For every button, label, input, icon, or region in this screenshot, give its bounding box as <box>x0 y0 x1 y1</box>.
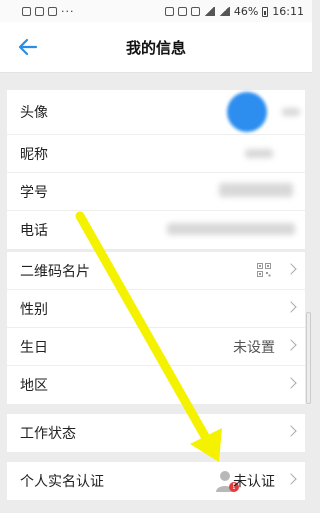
nickname-value <box>245 149 273 158</box>
phone-label: 电话 <box>20 223 48 239</box>
avatar[interactable] <box>227 92 267 132</box>
verify-status: 未认证 <box>233 474 275 490</box>
battery-percent: 46% <box>233 5 259 18</box>
real-name-verify-row[interactable]: 个人实名认证 ! 未认证 <box>7 462 305 500</box>
work-status-label: 工作状态 <box>20 426 76 442</box>
phone-value <box>167 223 295 235</box>
verify-section: 个人实名认证 ! 未认证 <box>7 462 305 500</box>
battery-icon <box>262 6 269 17</box>
region-row[interactable]: 地区 <box>7 366 305 404</box>
gallery-icon <box>48 7 57 16</box>
signal-icon <box>203 7 215 16</box>
birthday-value: 未设置 <box>233 339 275 356</box>
more-notifications-icon: ··· <box>61 5 75 18</box>
qr-code-icon <box>257 263 271 277</box>
chevron-right-icon <box>285 262 297 275</box>
student-id-value <box>219 183 293 197</box>
gender-row[interactable]: 性别 <box>7 290 305 328</box>
profile-section: 头像 昵称 学号 电话 <box>7 90 305 249</box>
system-indicators: 46% 16:11 <box>164 5 304 18</box>
redacted-value <box>282 108 300 116</box>
birthday-label: 生日 <box>20 339 48 356</box>
chevron-right-icon <box>285 338 297 351</box>
work-section: 工作状态 <box>7 414 305 452</box>
clock: 16:11 <box>272 5 304 18</box>
avatar-row[interactable]: 头像 <box>7 90 305 135</box>
app-header: 我的信息 <box>0 22 312 73</box>
avatar-label: 头像 <box>20 105 48 121</box>
phone-row[interactable]: 电话 <box>7 211 305 249</box>
status-bar: ··· 46% 16:11 <box>0 0 312 22</box>
qr-card-label: 二维码名片 <box>20 263 90 280</box>
student-id-row[interactable]: 学号 <box>7 173 305 211</box>
chevron-right-icon <box>285 425 297 437</box>
chevron-right-icon <box>285 300 297 313</box>
chevron-right-icon <box>285 473 297 485</box>
page-title: 我的信息 <box>125 39 186 57</box>
nickname-label: 昵称 <box>20 146 48 163</box>
nickname-row[interactable]: 昵称 <box>7 135 305 173</box>
qr-card-row[interactable]: 二维码名片 <box>7 252 305 290</box>
work-status-row[interactable]: 工作状态 <box>7 414 305 452</box>
chevron-right-icon <box>285 377 297 389</box>
real-name-verify-label: 个人实名认证 <box>20 474 104 490</box>
scrollbar[interactable] <box>306 312 311 404</box>
gallery-icon <box>22 7 31 16</box>
birthday-row[interactable]: 生日 未设置 <box>7 328 305 366</box>
student-id-label: 学号 <box>20 184 48 201</box>
alarm-icon <box>164 7 174 16</box>
region-label: 地区 <box>20 378 48 394</box>
details-section: 二维码名片 性别 生日 未设置 地区 <box>7 252 305 404</box>
notification-icons: ··· <box>22 5 75 18</box>
gender-label: 性别 <box>20 301 48 318</box>
nfc-icon <box>177 7 187 16</box>
gallery-icon <box>35 7 44 16</box>
signal-icon <box>218 7 230 16</box>
vibrate-icon <box>190 7 200 16</box>
